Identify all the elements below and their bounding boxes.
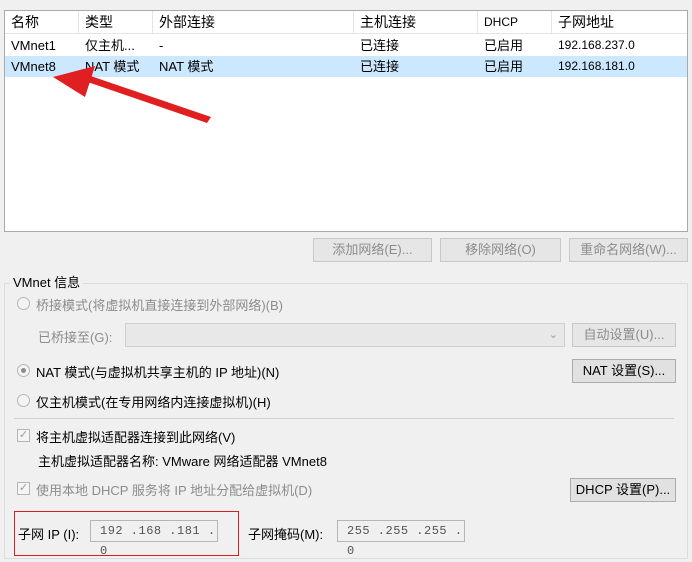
host-only-radio[interactable] <box>17 394 30 407</box>
nat-mode-label: NAT 模式(与虚拟机共享主机的 IP 地址)(N) <box>36 365 280 380</box>
host-only-label: 仅主机模式(在专用网络内连接虚拟机)(H) <box>36 395 271 410</box>
vmnet-info-title: VMnet 信息 <box>10 272 84 291</box>
chevron-down-icon: ⌄ <box>548 329 558 341</box>
auto-settings-button[interactable]: 自动设置(U)... <box>572 323 676 347</box>
bridged-mode-label: 桥接模式(将虚拟机直接连接到外部网络)(B) <box>36 298 283 313</box>
network-list[interactable]: 名称 类型 外部连接 主机连接 DHCP 子网地址 VMnet1 仅主机... … <box>4 10 688 232</box>
divider <box>14 418 674 419</box>
bridged-mode-radio[interactable] <box>17 297 30 310</box>
annotation-highlight-box <box>14 511 239 556</box>
bridged-to-select[interactable]: ⌄ <box>125 323 565 347</box>
nat-mode-radio[interactable] <box>17 364 30 377</box>
use-dhcp-checkbox[interactable]: ✓ <box>17 482 30 495</box>
dhcp-settings-button[interactable]: DHCP 设置(P)... <box>570 478 676 502</box>
add-network-button[interactable]: 添加网络(E)... <box>313 238 432 262</box>
subnet-mask-field[interactable]: 255 .255 .255 . 0 <box>337 520 465 558</box>
adapter-name-label: 主机虚拟适配器名称: VMware 网络适配器 VMnet8 <box>38 454 327 469</box>
connect-adapter-label: 将主机虚拟适配器连接到此网络(V) <box>36 430 236 445</box>
nat-settings-button[interactable]: NAT 设置(S)... <box>572 359 676 383</box>
bridged-to-label: 已桥接至(G): <box>38 330 113 345</box>
use-dhcp-label: 使用本地 DHCP 服务将 IP 地址分配给虚拟机(D) <box>36 483 313 498</box>
connect-adapter-checkbox[interactable]: ✓ <box>17 429 30 442</box>
annotation-arrow-icon <box>53 66 211 123</box>
rename-network-button[interactable]: 重命名网络(W)... <box>569 238 688 262</box>
remove-network-button[interactable]: 移除网络(O) <box>440 238 561 262</box>
subnet-mask-label: 子网掩码(M): <box>248 527 324 542</box>
